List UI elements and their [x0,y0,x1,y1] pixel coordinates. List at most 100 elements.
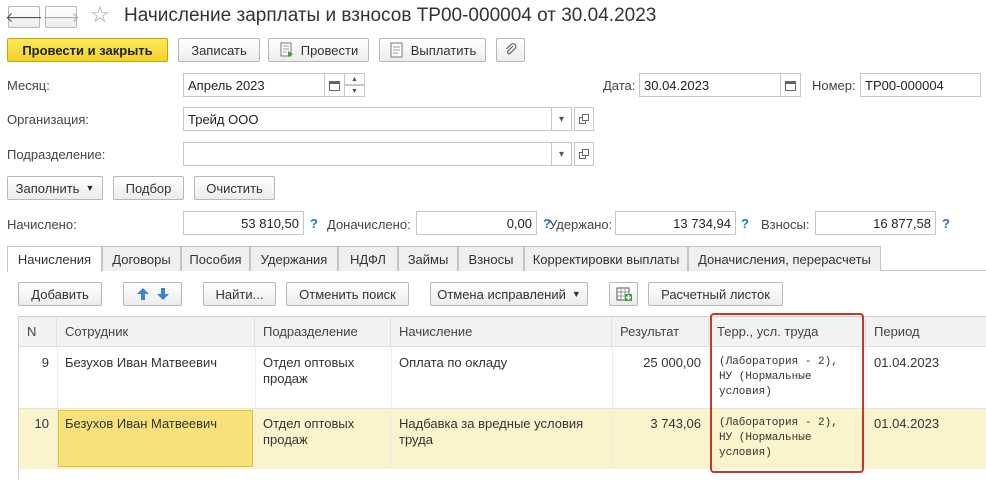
column-divider [391,347,392,469]
cancel-fixes-label: Отмена исправлений [437,286,566,302]
tab-contracts[interactable]: Договоры [102,246,181,271]
contributions-help-icon[interactable]: ? [942,216,950,231]
column-header-n[interactable]: N [19,316,57,346]
organization-open-button[interactable] [574,107,594,131]
page-title: Начисление зарплаты и взносов ТР00-00000… [124,5,657,26]
number-label: Номер: [812,78,856,93]
row-accrual: Надбавка за вредные условия труда [399,416,584,447]
column-header-department[interactable]: Подразделение [255,316,391,346]
dropdown-arrow-icon: ▼ [85,183,95,193]
column-divider [255,347,256,469]
tab-deductions[interactable]: Удержания [250,246,338,271]
contributions-field[interactable]: 16 877,58 [815,211,936,235]
dropdown-arrow-icon: ▾ [558,148,565,160]
payslip-label: Расчетный листок [661,286,770,302]
organization-field[interactable]: Трейд ООО [183,107,552,131]
department-open-button[interactable] [574,142,594,166]
department-field[interactable] [183,142,552,166]
date-field[interactable]: 30.04.2023 [639,73,781,97]
arrow-left-icon: 🡐 [5,8,43,25]
extra-accrued-field[interactable]: 0,00 [416,211,537,235]
accrued-help-icon[interactable]: ? [310,216,318,231]
post-button[interactable]: Провести [268,38,369,62]
column-header-label: Сотрудник [65,323,129,339]
post-label: Провести [300,42,359,58]
favorite-star-icon[interactable]: ☆ [90,2,110,28]
tab-label: Доначисления, перерасчеты [698,251,871,267]
month-field[interactable]: Апрель 2023 [183,73,325,97]
save-button[interactable]: Записать [178,38,260,62]
tab-label: Начисления [17,252,92,267]
withheld-field[interactable]: 13 734,94 [615,211,736,235]
stepper-down-icon: ▼ [351,87,358,95]
month-stepper-down[interactable]: ▼ [345,85,365,97]
withheld-help-icon[interactable]: ? [741,216,749,231]
row-number: 10 [34,416,49,431]
organization-dropdown-button[interactable]: ▾ [552,107,572,131]
clear-button[interactable]: Очистить [194,176,275,200]
row-accrual: Оплата по окладу [399,355,508,370]
find-button[interactable]: Найти... [203,282,276,306]
column-header-period[interactable]: Период [866,316,986,346]
tab-recalculations[interactable]: Доначисления, перерасчеты [688,246,881,271]
clear-label: Очистить [206,180,263,196]
tab-accruals[interactable]: Начисления [7,246,102,272]
fill-label: Заполнить [15,180,80,196]
payslip-button[interactable]: Расчетный листок [648,282,783,306]
row-employee: Безухов Иван Матвеевич [65,416,218,431]
column-header-result[interactable]: Результат [612,316,709,346]
row-result: 3 743,06 [650,416,701,431]
month-label: Месяц: [7,78,50,93]
department-label: Подразделение: [7,147,106,162]
cancel-fixes-button[interactable]: Отмена исправлений ▼ [430,282,588,306]
cancel-search-button[interactable]: Отменить поиск [286,282,409,306]
tab-label: Пособия [189,251,242,267]
table-settings-button[interactable] [609,282,638,306]
row-department: Отдел оптовых продаж [263,416,355,447]
select-button[interactable]: Подбор [113,176,184,200]
number-field[interactable]: ТР00-000004 [860,73,981,97]
column-header-label: Начисление [399,323,473,339]
select-label: Подбор [125,180,172,196]
pay-button[interactable]: Выплатить [379,38,486,62]
open-link-icon [578,113,589,124]
tab-payment-corrections[interactable]: Корректировки выплаты [524,246,688,271]
calendar-icon [785,80,796,91]
contributions-label: Взносы: [761,217,810,232]
add-button[interactable]: Добавить [18,282,102,306]
pay-label: Выплатить [410,42,477,58]
post-document-icon [280,42,293,57]
arrow-down-icon[interactable] [156,287,170,301]
column-header-label: Результат [620,323,680,339]
month-stepper-up[interactable]: ▲ [345,73,365,85]
organization-label: Организация: [7,112,90,127]
row-period: 01.04.2023 [874,416,940,431]
attach-button[interactable] [496,38,525,62]
back-button[interactable]: 🡐 [5,6,43,28]
accrued-label: Начислено: [7,217,77,232]
tab-contributions[interactable]: Взносы [458,246,524,271]
move-buttons [123,282,182,306]
row-result: 25 000,00 [643,355,701,370]
accrued-field[interactable]: 53 810,50 [183,211,304,235]
forward-button[interactable]: 🡒 [42,6,80,28]
dropdown-arrow-icon: ▼ [571,289,581,299]
month-calendar-button[interactable] [325,73,345,97]
tab-label: Удержания [260,251,328,267]
arrow-up-icon[interactable] [136,287,150,301]
paperclip-icon [505,43,516,55]
department-dropdown-button[interactable]: ▾ [552,142,572,166]
fill-button[interactable]: Заполнить ▼ [7,176,103,200]
tab-benefits[interactable]: Пособия [181,246,250,271]
date-calendar-button[interactable] [781,73,801,97]
row-period: 01.04.2023 [874,355,940,370]
row-number: 9 [41,355,49,370]
date-label: Дата: [603,78,636,93]
column-header-employee[interactable]: Сотрудник [57,316,255,346]
tab-loans[interactable]: Займы [398,246,458,271]
tab-income-tax[interactable]: НДФЛ [338,246,398,271]
post-and-close-button[interactable]: Провести и закрыть [7,38,168,62]
column-divider [612,347,613,469]
column-header-accrual[interactable]: Начисление [391,316,612,346]
find-label: Найти... [215,286,264,302]
